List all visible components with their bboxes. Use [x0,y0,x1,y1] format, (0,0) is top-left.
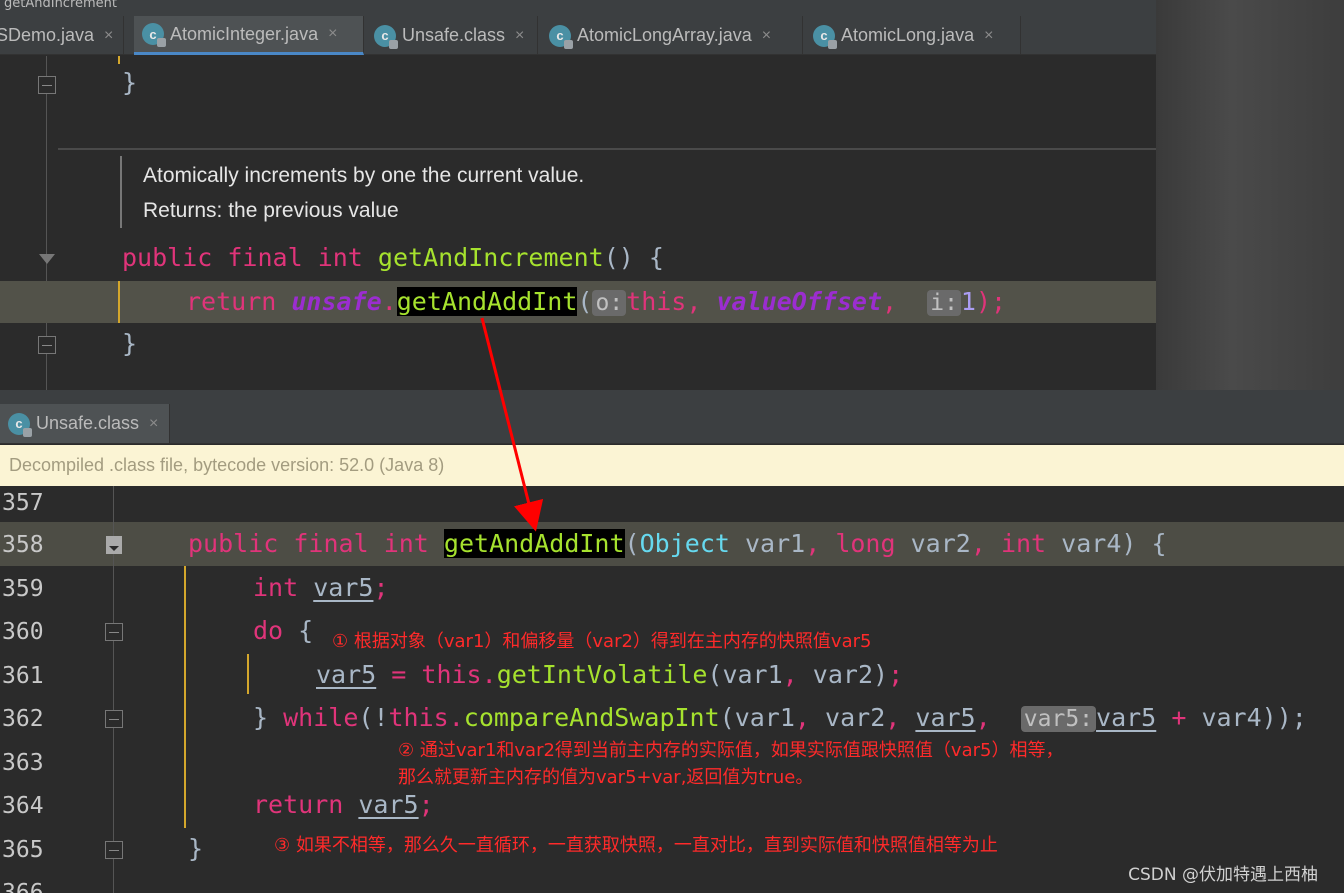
bottom-tab-bar: c Unsafe.class × [0,404,1344,444]
line-number: 358 [2,532,44,558]
editor-tab-bar: SDemo.java × c AtomicInteger.java × c Un… [0,16,1156,55]
line-number: 357 [2,490,44,516]
line-362: } while(!this.compareAndSwapInt(var1, va… [253,703,1307,732]
close-icon[interactable]: × [328,25,337,43]
tab-label: AtomicLong.java [841,25,975,45]
pane-divider[interactable] [0,390,1344,404]
tab-sdemo-java[interactable]: SDemo.java × [0,16,124,55]
closing-brace: } [122,68,138,97]
change-marker [118,281,120,323]
doc-bar [120,156,122,228]
line-number: 362 [2,706,44,732]
annotation-3: ③ 如果不相等，那么久一直循环，一直获取快照，一直对比，直到实际值和快照值相等为… [274,835,998,856]
line-365: } [188,834,204,863]
tab-atomicinteger-java[interactable]: c AtomicInteger.java × [134,16,364,55]
tab-label: AtomicLongArray.java [577,25,752,45]
annotation-2-line-2: 那么就更新主内存的值为var5+var,返回值为true。 [398,767,814,788]
param-hint-o: o: [592,290,627,316]
class-icon: c [142,23,166,47]
getandaddint-call: getAndAddInt [396,287,578,316]
class-icon: c [374,24,398,49]
doc-line-1: Atomically increments by one the current… [143,164,585,187]
line-number: 361 [2,663,44,689]
close-icon[interactable]: × [149,415,158,433]
method-signature: public final int getAndIncrement() { [122,243,664,272]
top-editor-pane[interactable]: getAndIncrement SDemo.java × c AtomicInt… [0,0,1156,390]
fold-icon[interactable] [105,841,123,859]
class-icon: c [549,24,573,49]
line-number: 360 [2,619,44,645]
tab-label: SDemo.java [0,25,95,45]
close-icon[interactable]: × [515,27,524,45]
close-icon[interactable]: × [762,27,771,45]
line-number: 363 [2,750,44,776]
return-statement: return unsafe.getAndAddInt(o: this, value… [186,287,1007,316]
close-icon[interactable]: × [984,27,993,45]
tab-label: Unsafe.class [36,413,140,433]
fold-icon[interactable] [105,623,123,641]
tab-unsafe-class[interactable]: c Unsafe.class × [366,16,538,55]
fold-icon[interactable] [38,76,56,94]
closing-brace: } [122,329,138,358]
param-hint-var5: var5: [1020,706,1097,732]
decompiled-banner: Decompiled .class file, bytecode version… [0,445,1344,486]
watermark: CSDN @伏加特遇上西柚 [1128,865,1318,885]
change-marker [118,56,120,64]
line-number: 364 [2,793,44,819]
scope-guide [184,566,186,828]
fold-icon[interactable] [38,336,56,354]
tab-atomiclong-java[interactable]: c AtomicLong.java × [805,16,1021,55]
line-361: var5 = this.getIntVolatile(var1, var2); [316,660,904,689]
background-window [1156,0,1344,390]
method-marker-icon[interactable] [106,536,122,554]
tab-label: Unsafe.class [402,25,506,45]
window-title-strip: getAndIncrement [0,0,1156,16]
line-number: 365 [2,837,44,863]
class-icon: c [813,24,837,49]
class-icon: c [8,412,32,437]
fold-collapse-icon[interactable] [38,252,56,270]
tab-atomiclongarray-java[interactable]: c AtomicLongArray.java × [541,16,803,55]
line-number: 359 [2,576,44,602]
doc-separator [58,148,1156,150]
tab-label: AtomicInteger.java [170,23,319,44]
tab-unsafe-class-bottom[interactable]: c Unsafe.class × [0,404,170,443]
bottom-editor-pane[interactable]: 357 358 359 360 361 362 363 364 365 366 … [0,486,1344,893]
line-360: do { [253,616,314,645]
scope-guide [247,654,249,694]
doc-line-2: Returns: the previous value [143,199,399,222]
window-title-text: getAndIncrement [4,0,118,11]
getandaddint-decl: getAndAddInt [443,529,625,558]
close-icon[interactable]: × [104,27,113,45]
fold-icon[interactable] [105,710,123,728]
getandaddint-signature: public final int getAndAddInt(Object var… [188,529,1167,558]
line-number: 366 [2,880,44,893]
line-number-gutter: 357 358 359 360 361 362 363 364 365 366 [0,486,60,893]
annotation-1: ① 根据对象（var1）和偏移量（var2）得到在主内存的快照值var5 [332,631,872,652]
line-359: int var5; [253,573,389,602]
annotation-2-line-1: ② 通过var1和var2得到当前主内存的实际值，如果实际值跟快照值（var5）… [398,740,1064,761]
line-364: return var5; [253,790,434,819]
param-hint-i: i: [927,290,961,316]
